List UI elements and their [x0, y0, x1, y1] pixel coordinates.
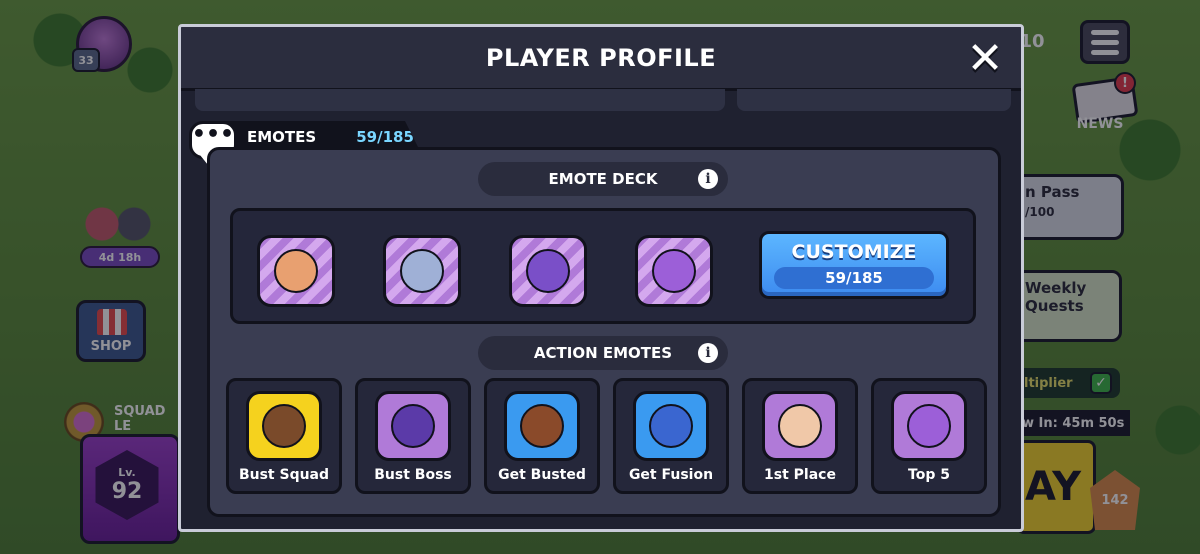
customize-count: 59/185 [774, 267, 934, 289]
witch-hat-emote-icon [274, 249, 318, 293]
emotes-tab-count: 59/185 [356, 128, 414, 146]
action-emote-label: Get Busted [498, 467, 586, 483]
action-emote-card[interactable]: Bust Squad [226, 378, 342, 494]
bust-boss-emote-icon [375, 391, 451, 461]
action-emotes-header: ACTION EMOTES i [478, 336, 728, 370]
purple-bird-emote-icon [526, 249, 570, 293]
emotes-tab-label: EMOTES [247, 128, 317, 146]
action-emote-card[interactable]: Top 5 [871, 378, 987, 494]
emote-face [907, 404, 951, 448]
customize-button[interactable]: CUSTOMIZE 59/185 [759, 231, 949, 299]
heart-eyes-emote-icon [652, 249, 696, 293]
emote-face [520, 404, 564, 448]
top-five-emote-icon [891, 391, 967, 461]
deck-slot-3[interactable] [509, 235, 587, 307]
action-emote-card[interactable]: Get Busted [484, 378, 600, 494]
get-fusion-emote-icon [633, 391, 709, 461]
emote-deck: CUSTOMIZE 59/185 [230, 208, 976, 324]
modal-header: PLAYER PROFILE ✕ [181, 27, 1021, 91]
action-emote-card[interactable]: Get Fusion [613, 378, 729, 494]
first-place-emote-icon [762, 391, 838, 461]
action-emotes-info-icon[interactable]: i [698, 343, 718, 363]
modal-title: PLAYER PROFILE [485, 43, 717, 72]
action-emote-label: Top 5 [908, 467, 950, 483]
action-emote-card[interactable]: 1st Place [742, 378, 858, 494]
player-profile-modal: PLAYER PROFILE ✕ EMOTES 59/185 ••• EMOTE… [178, 24, 1024, 532]
profile-card-right [737, 89, 1011, 111]
close-icon[interactable]: ✕ [965, 37, 1005, 81]
action-emote-card[interactable]: Bust Boss [355, 378, 471, 494]
emote-deck-header: EMOTE DECK i [478, 162, 728, 196]
crowned-king-emote-icon [400, 249, 444, 293]
emote-face [391, 404, 435, 448]
action-emote-label: Bust Squad [238, 467, 330, 483]
customize-label: CUSTOMIZE [791, 241, 917, 263]
emote-face [649, 404, 693, 448]
deck-slot-1[interactable] [257, 235, 335, 307]
profile-card-left [195, 89, 725, 111]
emote-deck-info-icon[interactable]: i [698, 169, 718, 189]
deck-slot-4[interactable] [635, 235, 713, 307]
emote-deck-title: EMOTE DECK [548, 170, 658, 188]
emote-face [778, 404, 822, 448]
emotes-panel: EMOTE DECK i CUSTOMIZE 59/185 ACTION EMO… [207, 147, 1001, 517]
emote-face [262, 404, 306, 448]
action-emote-label: 1st Place [764, 467, 836, 483]
action-emote-label: Get Fusion [628, 467, 714, 483]
action-emote-label: Bust Boss [374, 467, 452, 483]
action-emotes-title: ACTION EMOTES [533, 344, 673, 362]
deck-slot-2[interactable] [383, 235, 461, 307]
get-busted-emote-icon [504, 391, 580, 461]
bust-squad-emote-icon [246, 391, 322, 461]
